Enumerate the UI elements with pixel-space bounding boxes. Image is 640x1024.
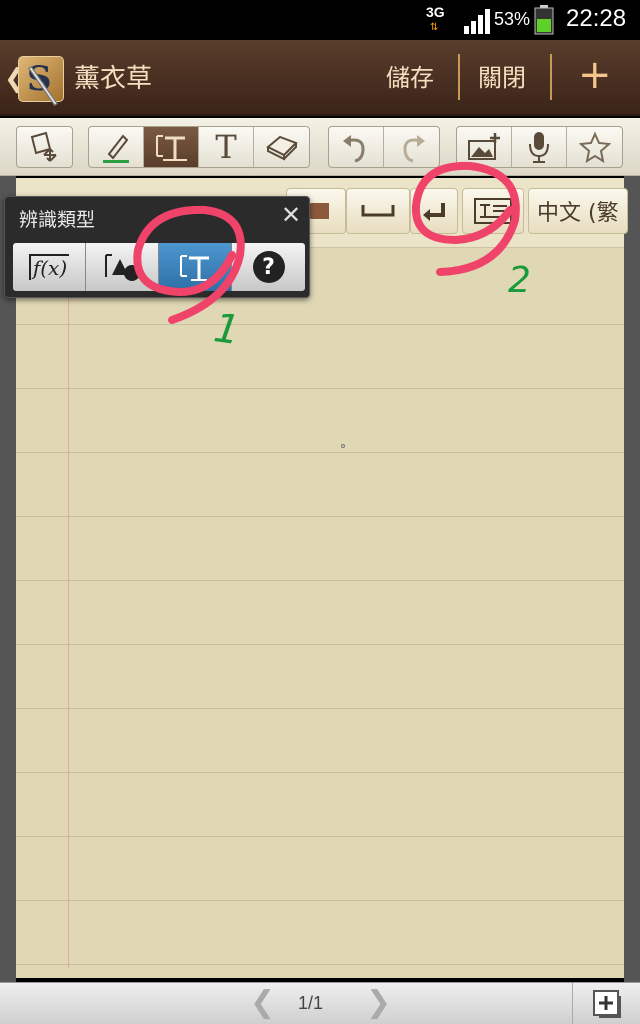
recognition-options: f(x) ?	[13, 243, 305, 291]
title-bar: ❮ S 薰衣草 儲存 關閉 +	[0, 40, 640, 116]
note-title: 薰衣草	[74, 64, 153, 94]
popup-title: 辨識類型	[19, 209, 96, 231]
undo-icon	[343, 135, 365, 163]
language-label: 中文 (繁	[537, 201, 619, 226]
help-icon: ?	[252, 251, 285, 283]
space-button[interactable]	[346, 188, 410, 234]
text-box-button[interactable]	[462, 188, 524, 234]
text-recognition-icon	[180, 255, 209, 281]
paper-margin-line	[68, 248, 69, 968]
note-canvas[interactable]	[16, 178, 624, 978]
undo-button[interactable]	[329, 127, 384, 167]
text-recognition-icon	[156, 135, 187, 161]
title-separator	[550, 54, 552, 100]
redo-button[interactable]	[384, 127, 439, 167]
insert-image-button[interactable]	[457, 127, 512, 167]
bottom-bar: ❮ 1/1 ❯	[0, 982, 640, 1024]
battery-icon	[534, 5, 554, 35]
shape-mode-button[interactable]	[86, 243, 159, 291]
eraser-icon	[265, 135, 298, 161]
add-note-button[interactable]: +	[578, 52, 612, 98]
close-button[interactable]: 關閉	[478, 58, 526, 93]
pen-icon	[103, 134, 129, 163]
popup-close-button[interactable]: ✕	[281, 201, 301, 229]
page-move-button[interactable]	[17, 127, 72, 167]
clock: 22:28	[566, 5, 627, 32]
enter-icon	[423, 203, 445, 221]
help-button[interactable]: ?	[232, 243, 305, 291]
previous-page-button[interactable]: ❮	[250, 985, 275, 1020]
data-activity-icon: ⇅	[430, 22, 439, 33]
language-select[interactable]: 中文 (繁	[528, 188, 628, 234]
paper-edge-right	[624, 176, 640, 982]
space-icon	[361, 205, 395, 217]
pen-tool-button[interactable]	[89, 127, 144, 167]
battery-percentage: 53%	[494, 9, 531, 29]
star-icon	[578, 131, 611, 163]
text-box-icon	[474, 198, 512, 224]
add-page-button[interactable]	[572, 983, 640, 1024]
insert-group	[456, 126, 623, 168]
text-recognition-tool-button[interactable]	[144, 127, 199, 167]
microphone-icon	[529, 132, 549, 163]
recognition-type-popup: 辨識類型 ✕ f(x) ?	[4, 196, 310, 298]
text-tool-button[interactable]: T	[199, 127, 254, 167]
page-move-icon	[30, 131, 57, 162]
title-separator	[458, 54, 460, 100]
network-type: 3G	[426, 4, 445, 20]
text-mode-button[interactable]	[159, 243, 232, 291]
add-page-icon	[592, 990, 621, 1018]
page-tool-group	[16, 126, 73, 168]
enter-button[interactable]	[410, 188, 458, 234]
text-icon: T	[215, 128, 237, 166]
formula-icon: f(x)	[28, 254, 70, 280]
formula-mode-button[interactable]: f(x)	[13, 243, 86, 291]
redo-icon	[402, 135, 425, 163]
voice-record-button[interactable]	[512, 127, 567, 167]
save-button[interactable]: 儲存	[386, 58, 434, 93]
app-logo[interactable]: S	[18, 56, 64, 106]
history-group	[328, 126, 440, 168]
signal-icon	[464, 9, 490, 34]
insert-image-icon	[468, 133, 500, 160]
toolbar: T	[0, 118, 640, 176]
shape-icon	[105, 254, 140, 281]
page-indicator: 1/1	[298, 993, 324, 1013]
input-mode-group: T	[88, 126, 310, 168]
eraser-tool-button[interactable]	[254, 127, 309, 167]
status-bar: 3G ⇅ 53% 22:28	[0, 0, 640, 40]
cursor-dot	[341, 444, 345, 448]
favorite-button[interactable]	[567, 127, 622, 167]
next-page-button[interactable]: ❯	[366, 985, 391, 1020]
